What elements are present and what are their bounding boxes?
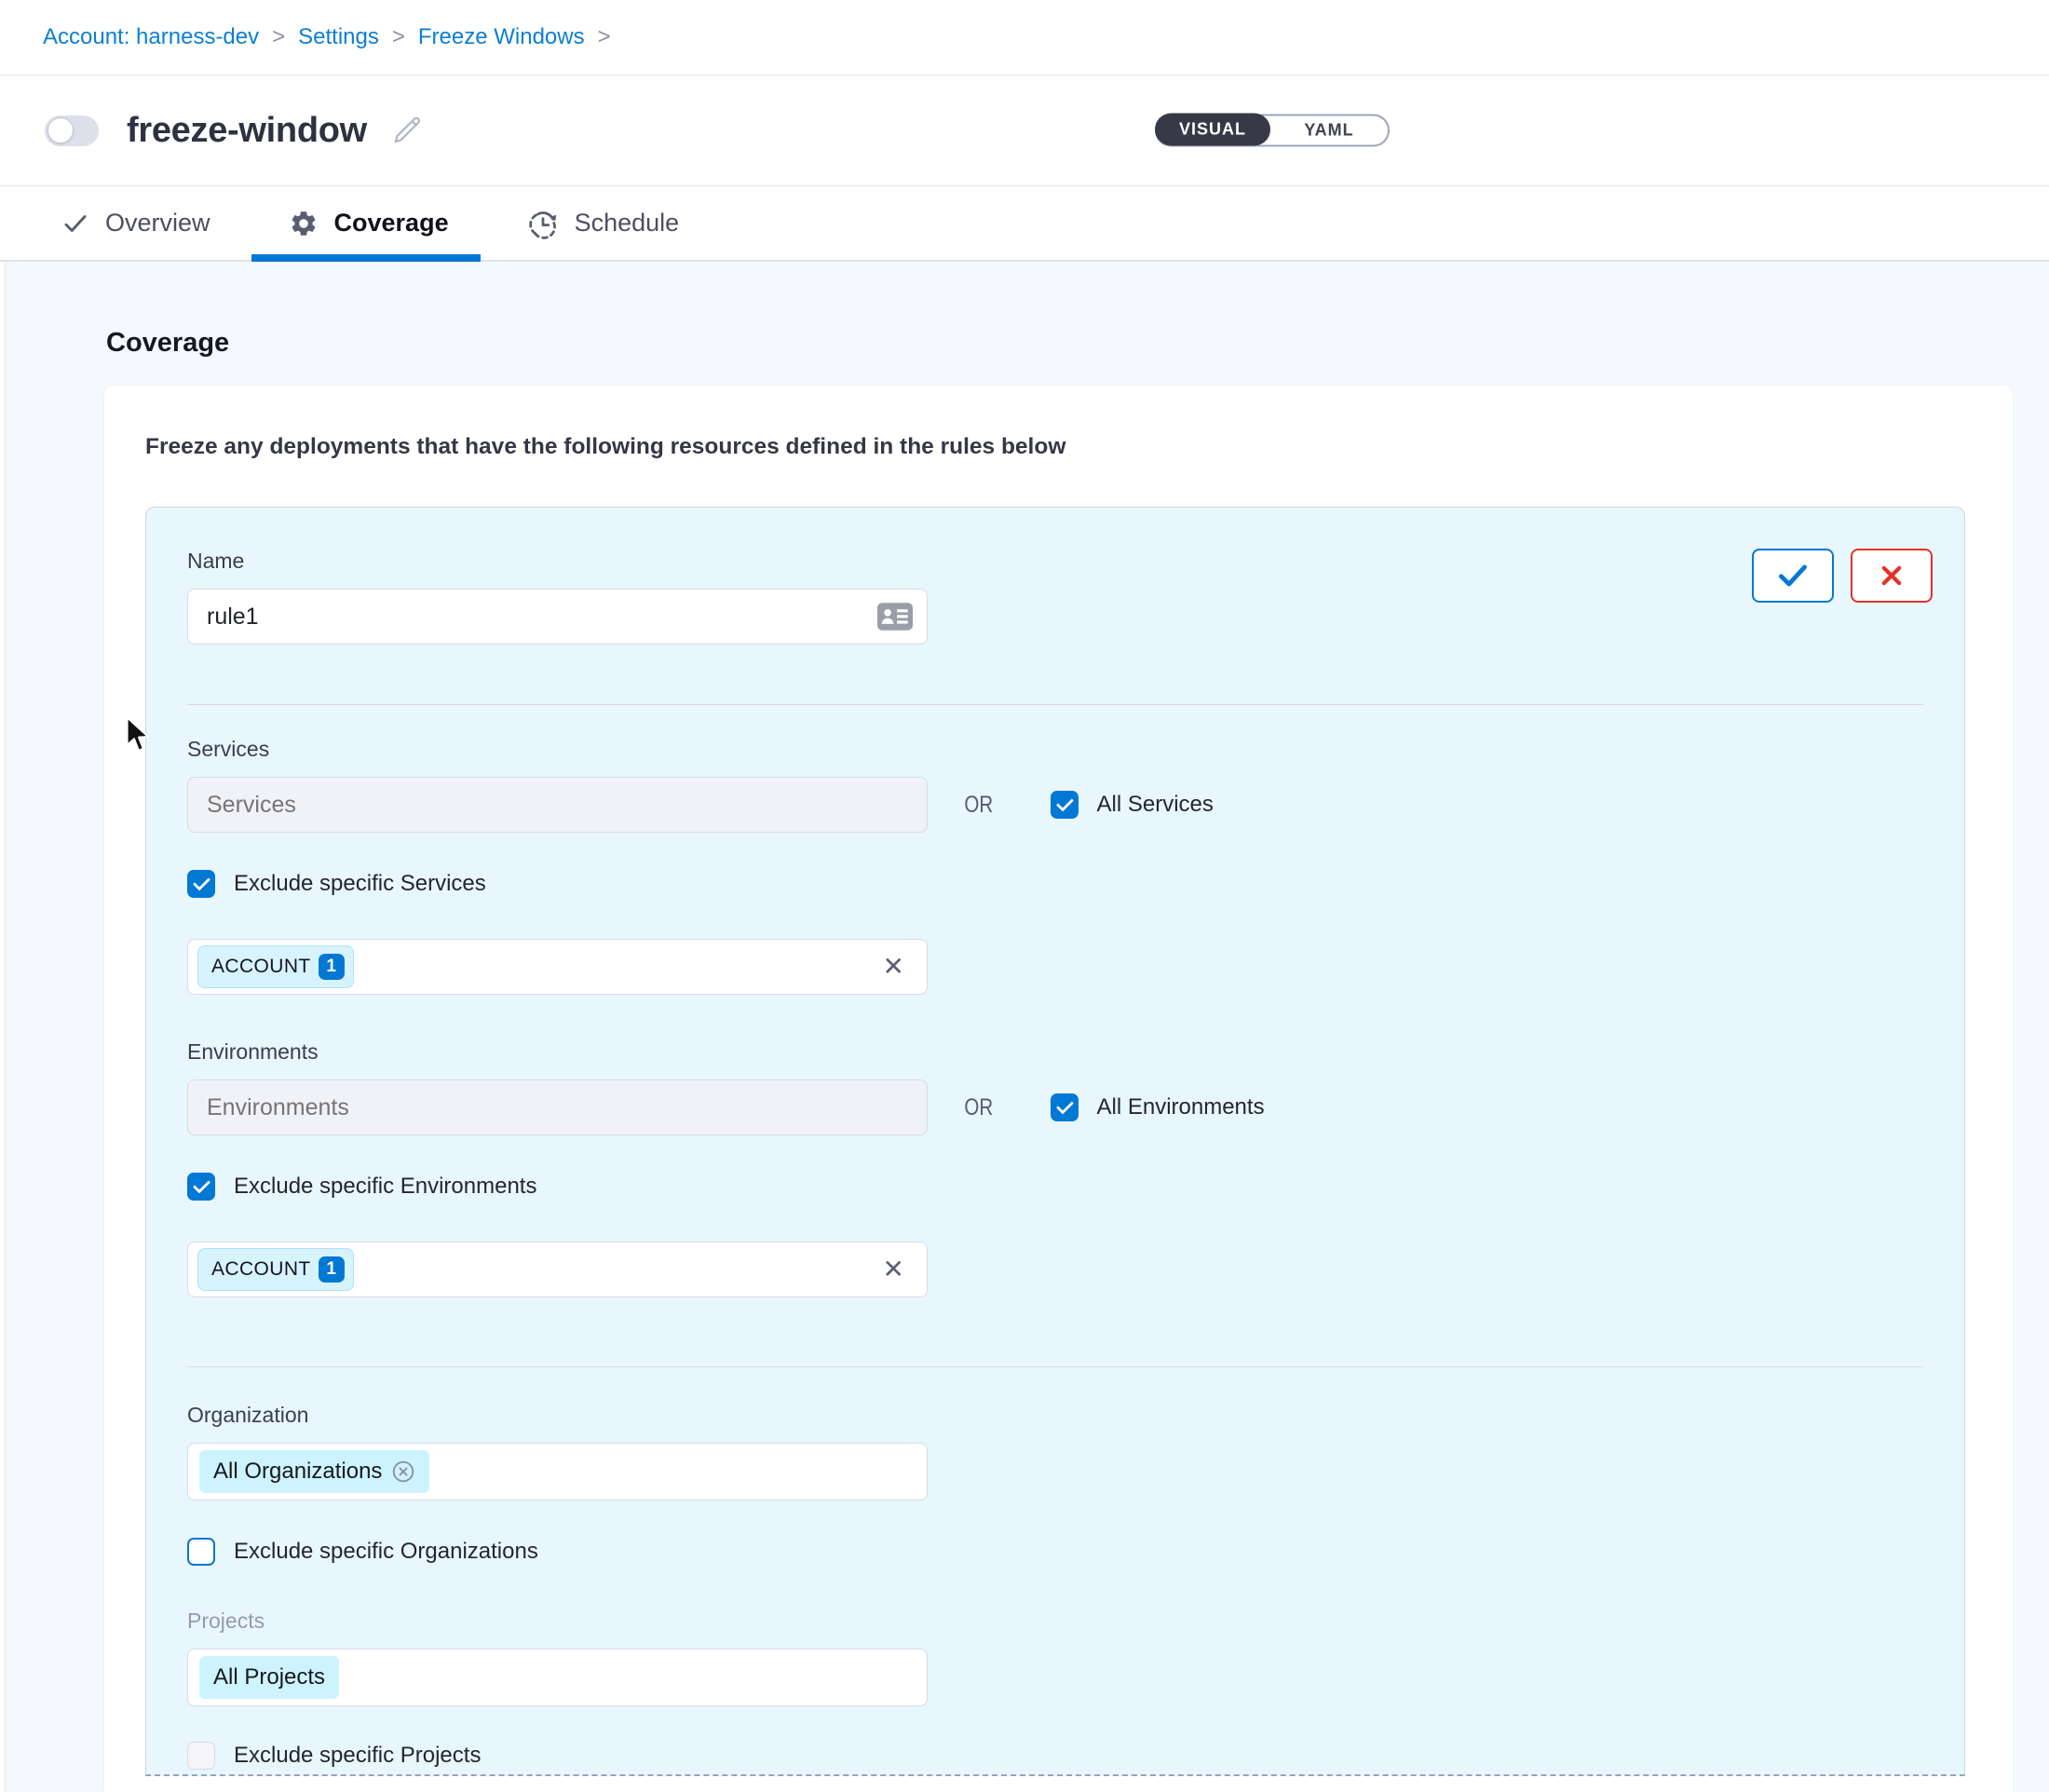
breadcrumb: Account: harness-dev > Settings > Freeze…: [0, 0, 2049, 75]
exclude-environments-checkbox[interactable]: [187, 1173, 215, 1201]
coverage-card: Freeze any deployments that have the fol…: [104, 386, 2013, 1792]
page-header: freeze-window VISUAL YAML: [0, 75, 2049, 186]
organization-input[interactable]: All Organizations: [187, 1443, 928, 1500]
breadcrumb-separator: >: [392, 24, 405, 50]
remove-chip-icon[interactable]: [391, 1459, 415, 1484]
environments-input[interactable]: [187, 1079, 928, 1135]
name-label: Name: [187, 549, 1923, 574]
edit-pencil-icon[interactable]: [391, 115, 423, 146]
all-projects-chip: All Projects: [199, 1656, 339, 1699]
all-environments-checkbox[interactable]: [1051, 1093, 1079, 1121]
all-environments-label: All Environments: [1097, 1094, 1265, 1120]
exclude-services-label: Exclude specific Services: [234, 871, 486, 897]
confirm-rule-button[interactable]: [1752, 549, 1834, 603]
excluded-environments-input[interactable]: ACCOUNT 1 ✕: [187, 1242, 928, 1297]
breadcrumb-separator: >: [272, 24, 285, 50]
environments-label: Environments: [187, 1039, 1923, 1065]
exclude-projects-label: Exclude specific Projects: [234, 1743, 481, 1769]
projects-label: Projects: [187, 1609, 1923, 1634]
chip-label: All Organizations: [213, 1459, 382, 1485]
breadcrumb-separator: >: [598, 24, 611, 50]
left-rail: [0, 262, 6, 1792]
delete-rule-button[interactable]: [1851, 549, 1933, 603]
organization-label: Organization: [187, 1403, 1923, 1428]
visual-toggle-option[interactable]: VISUAL: [1155, 114, 1270, 146]
page-title: freeze-window: [127, 111, 367, 151]
check-icon: [61, 210, 89, 238]
breadcrumb-settings-link[interactable]: Settings: [298, 24, 379, 50]
clear-excluded-environments-icon[interactable]: ✕: [883, 1256, 904, 1283]
breadcrumb-account-link[interactable]: Account: harness-dev: [43, 24, 259, 50]
gear-icon: [289, 209, 319, 238]
chip-count-badge: 1: [319, 954, 345, 980]
tab-label: Coverage: [334, 209, 449, 238]
exclude-organizations-checkbox[interactable]: [187, 1538, 215, 1566]
tab-overview[interactable]: Overview: [61, 186, 210, 260]
schedule-clock-icon: [527, 208, 559, 239]
services-input[interactable]: [187, 777, 928, 833]
excluded-services-account-chip[interactable]: ACCOUNT 1: [197, 945, 354, 988]
freeze-enabled-toggle[interactable]: [45, 115, 99, 146]
chip-count-badge: 1: [319, 1256, 345, 1283]
chip-scope-label: ACCOUNT: [211, 956, 311, 978]
coverage-intro-text: Freeze any deployments that have the fol…: [145, 434, 1972, 460]
all-services-label: All Services: [1097, 792, 1214, 818]
excluded-services-input[interactable]: ACCOUNT 1 ✕: [187, 939, 928, 995]
freeze-window-tabs: Overview Coverage Schedule: [0, 186, 2049, 262]
exclude-services-checkbox[interactable]: [187, 870, 215, 898]
rule-actions: [1752, 549, 1933, 603]
yaml-toggle-option[interactable]: YAML: [1270, 121, 1388, 141]
exclude-projects-checkbox[interactable]: [187, 1742, 215, 1770]
section-divider: [187, 1366, 1923, 1367]
tab-schedule[interactable]: Schedule: [527, 186, 680, 260]
visual-yaml-toggle[interactable]: VISUAL YAML: [1155, 115, 1390, 147]
section-divider: [187, 704, 1923, 705]
services-label: Services: [187, 737, 1923, 762]
chip-scope-label: ACCOUNT: [211, 1258, 311, 1281]
tab-label: Schedule: [575, 209, 680, 238]
chip-label: All Projects: [213, 1664, 325, 1690]
or-label: OR: [964, 792, 993, 819]
exclude-environments-label: Exclude specific Environments: [234, 1174, 536, 1200]
id-card-icon[interactable]: [877, 603, 913, 631]
all-services-checkbox[interactable]: [1051, 791, 1079, 819]
clear-excluded-services-icon[interactable]: ✕: [883, 954, 904, 980]
exclude-organizations-label: Exclude specific Organizations: [234, 1539, 538, 1565]
excluded-environments-account-chip[interactable]: ACCOUNT 1: [197, 1248, 354, 1291]
breadcrumb-freeze-windows-link[interactable]: Freeze Windows: [418, 24, 585, 50]
toggle-knob: [47, 117, 74, 143]
coverage-section-title: Coverage: [106, 328, 229, 359]
rule-name-input[interactable]: [187, 589, 928, 645]
all-organizations-chip[interactable]: All Organizations: [199, 1450, 429, 1493]
tab-coverage[interactable]: Coverage: [289, 186, 449, 260]
or-label: OR: [964, 1094, 993, 1121]
tab-label: Overview: [105, 209, 210, 238]
projects-input[interactable]: All Projects: [187, 1649, 928, 1706]
freeze-rule-card: Name Services OR All Services Exclude sp…: [145, 507, 1965, 1776]
